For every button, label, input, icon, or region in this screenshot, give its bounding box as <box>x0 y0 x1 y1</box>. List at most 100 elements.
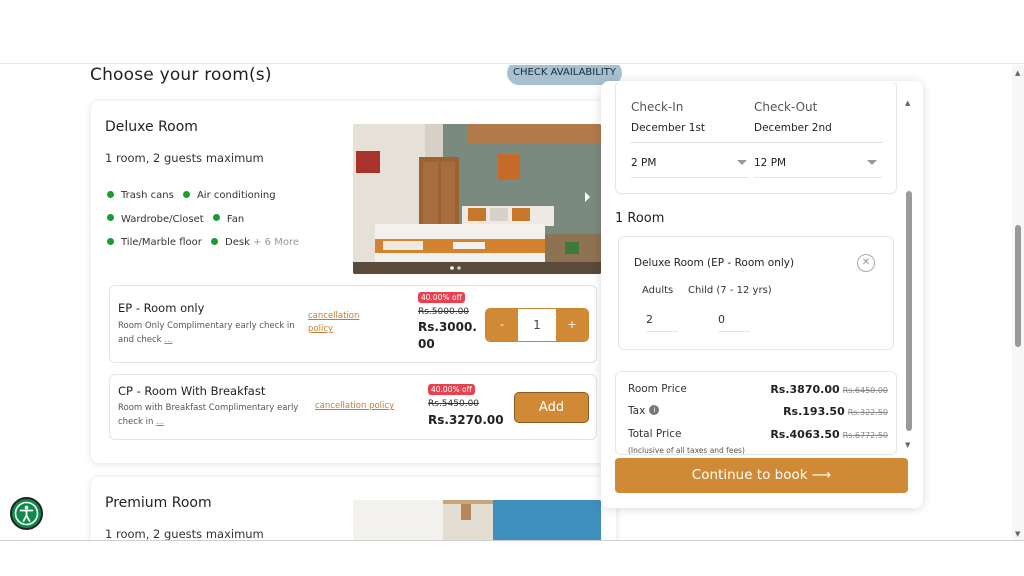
tax-label: Tax <box>628 405 646 417</box>
child-label: Child (7 - 12 yrs) <box>688 285 772 296</box>
room-price-label: Room Price <box>628 383 687 395</box>
page-scrollbar[interactable]: ▲ ▼ <box>1012 65 1024 540</box>
cancellation-policy-link[interactable]: cancellation policy <box>308 310 378 336</box>
check-out-date[interactable]: December 2nd <box>754 122 832 134</box>
check-in-time-select[interactable]: 2 PM <box>631 157 749 169</box>
divider <box>631 177 749 178</box>
check-in-date[interactable]: December 1st <box>631 122 705 134</box>
divider <box>631 142 882 143</box>
scroll-up-icon[interactable]: ▲ <box>905 99 910 107</box>
increment-button[interactable]: + <box>556 309 588 341</box>
chevron-down-icon <box>737 160 747 165</box>
rate-option-cp: CP - Room With Breakfast Room with Break… <box>109 374 597 440</box>
amenity-item: Tile/Marble floor <box>121 237 202 248</box>
scroll-up-icon[interactable]: ▲ <box>1015 69 1020 77</box>
close-icon[interactable]: ✕ <box>857 254 875 272</box>
decrement-button[interactable]: - <box>486 309 518 341</box>
amenity-item: Desk <box>225 237 250 248</box>
info-icon[interactable]: i <box>649 405 660 415</box>
total-note: (Inclusive of all taxes and fees) <box>628 446 745 455</box>
bottom-bar <box>0 540 1024 576</box>
booking-summary-panel: Check-In December 1st Check-Out December… <box>601 81 923 508</box>
tax-value: Rs.193.50 <box>783 405 845 418</box>
accessibility-icon <box>14 501 39 526</box>
total-label: Total Price <box>628 428 682 440</box>
check-out-time-select[interactable]: 12 PM <box>754 157 877 169</box>
chevron-down-icon <box>867 160 877 165</box>
discount-badge: 40.00% off <box>418 292 465 303</box>
rate-title: EP - Room only <box>118 301 205 315</box>
check-out-label: Check-Out <box>754 100 818 114</box>
tax-values: Rs.193.50 Rs.322.50 <box>783 405 888 418</box>
room-name: Premium Room <box>105 495 212 511</box>
check-out-column: Check-Out December 2nd <box>754 100 832 134</box>
dates-box: Check-In December 1st Check-Out December… <box>615 81 897 194</box>
tax-original: Rs.322.50 <box>847 408 888 417</box>
cancellation-policy-link[interactable]: cancellation policy <box>315 400 394 413</box>
quantity-stepper: - 1 + <box>485 308 589 342</box>
amenity-item: Trash cans <box>121 190 174 201</box>
panel-scroll-thumb[interactable] <box>906 191 912 431</box>
amenity-row: Trash cans Air conditioning <box>107 184 299 208</box>
adults-label: Adults <box>642 285 674 296</box>
room-card-premium: Premium Room 1 room, 2 guests maximum <box>91 477 616 540</box>
accessibility-button[interactable] <box>10 497 43 530</box>
amenity-item: Air conditioning <box>196 190 276 201</box>
total-price: Rs.4063.50 <box>770 428 840 441</box>
rate-description: Room Only Complimentary early check in a… <box>118 319 300 347</box>
tax-label-group: Tax i <box>628 405 660 417</box>
room-photo-carousel[interactable] <box>353 500 601 540</box>
rate-price: Rs.3270.00 <box>428 413 504 427</box>
amenity-dot-icon <box>107 190 114 198</box>
adults-field[interactable]: 2 <box>646 313 678 332</box>
amenity-item: Wardrobe/Closet <box>121 213 204 225</box>
selected-room-title: Deluxe Room (EP - Room only) <box>634 257 795 269</box>
discount-badge: 40.00% off <box>428 384 475 395</box>
room-price-values: Rs.3870.00 Rs.6450.00 <box>770 383 888 396</box>
amenity-dot-icon <box>211 237 219 245</box>
rate-title: CP - Room With Breakfast <box>118 384 266 398</box>
amenity-list: Trash cans Air conditioning Wardrobe/Clo… <box>107 184 299 255</box>
rate-description: Room with Breakfast Complimentary early … <box>118 401 308 429</box>
total-original: Rs.6772.50 <box>842 431 888 440</box>
rooms-count: 1 Room <box>615 211 665 226</box>
rate-description-text: Room Only Complimentary early check in a… <box>118 321 295 345</box>
page-scroll-thumb[interactable] <box>1015 225 1021 347</box>
check-in-time: 2 PM <box>631 157 657 169</box>
check-in-column: Check-In December 1st <box>631 100 705 134</box>
room-photo-carousel[interactable] <box>353 124 601 274</box>
read-more-link[interactable]: ... <box>164 335 172 345</box>
rate-option-ep: EP - Room only Room Only Complimentary e… <box>109 285 597 363</box>
quantity-value: 1 <box>518 309 556 341</box>
total-values: Rs.4063.50 Rs.6772.50 <box>770 428 888 441</box>
room-photo <box>353 124 601 274</box>
more-amenities-link[interactable]: + 6 More <box>253 237 299 248</box>
check-out-time: 12 PM <box>754 157 787 169</box>
room-card-deluxe: Deluxe Room 1 room, 2 guests maximum Tra… <box>91 101 616 463</box>
room-capacity: 1 room, 2 guests maximum <box>105 527 264 540</box>
divider <box>754 177 882 178</box>
room-name: Deluxe Room <box>105 119 198 135</box>
price-summary: Room Price Rs.3870.00 Rs.6450.00 Tax i Rs.… <box>615 371 897 455</box>
page-viewport: Choose your room(s) Deluxe Room 1 room, … <box>0 65 1024 540</box>
amenity-dot-icon <box>182 190 190 198</box>
check-in-label: Check-In <box>631 100 684 114</box>
room-price: Rs.3870.00 <box>770 383 840 396</box>
room-capacity: 1 room, 2 guests maximum <box>105 151 264 165</box>
panel-scrollbar[interactable]: ▲ ▼ <box>905 99 913 449</box>
read-more-link[interactable]: ... <box>156 417 164 427</box>
scroll-down-icon[interactable]: ▼ <box>905 441 910 449</box>
room-photo <box>353 500 601 540</box>
amenity-dot-icon <box>107 214 114 221</box>
amenity-item: Fan <box>226 213 245 225</box>
original-price: Rs.5450.00 <box>428 399 480 409</box>
section-title: Choose your room(s) <box>90 65 272 85</box>
original-price: Rs.5000.00 <box>418 307 470 317</box>
amenity-row: Wardrobe/Closet Fan <box>107 208 299 232</box>
child-field[interactable]: 0 <box>718 313 750 332</box>
amenity-dot-icon <box>212 214 220 221</box>
continue-to-book-button[interactable]: Continue to book ⟶ <box>615 458 908 493</box>
amenity-dot-icon <box>107 237 114 245</box>
add-button[interactable]: Add <box>514 392 589 423</box>
scroll-down-icon[interactable]: ▼ <box>1015 530 1020 538</box>
